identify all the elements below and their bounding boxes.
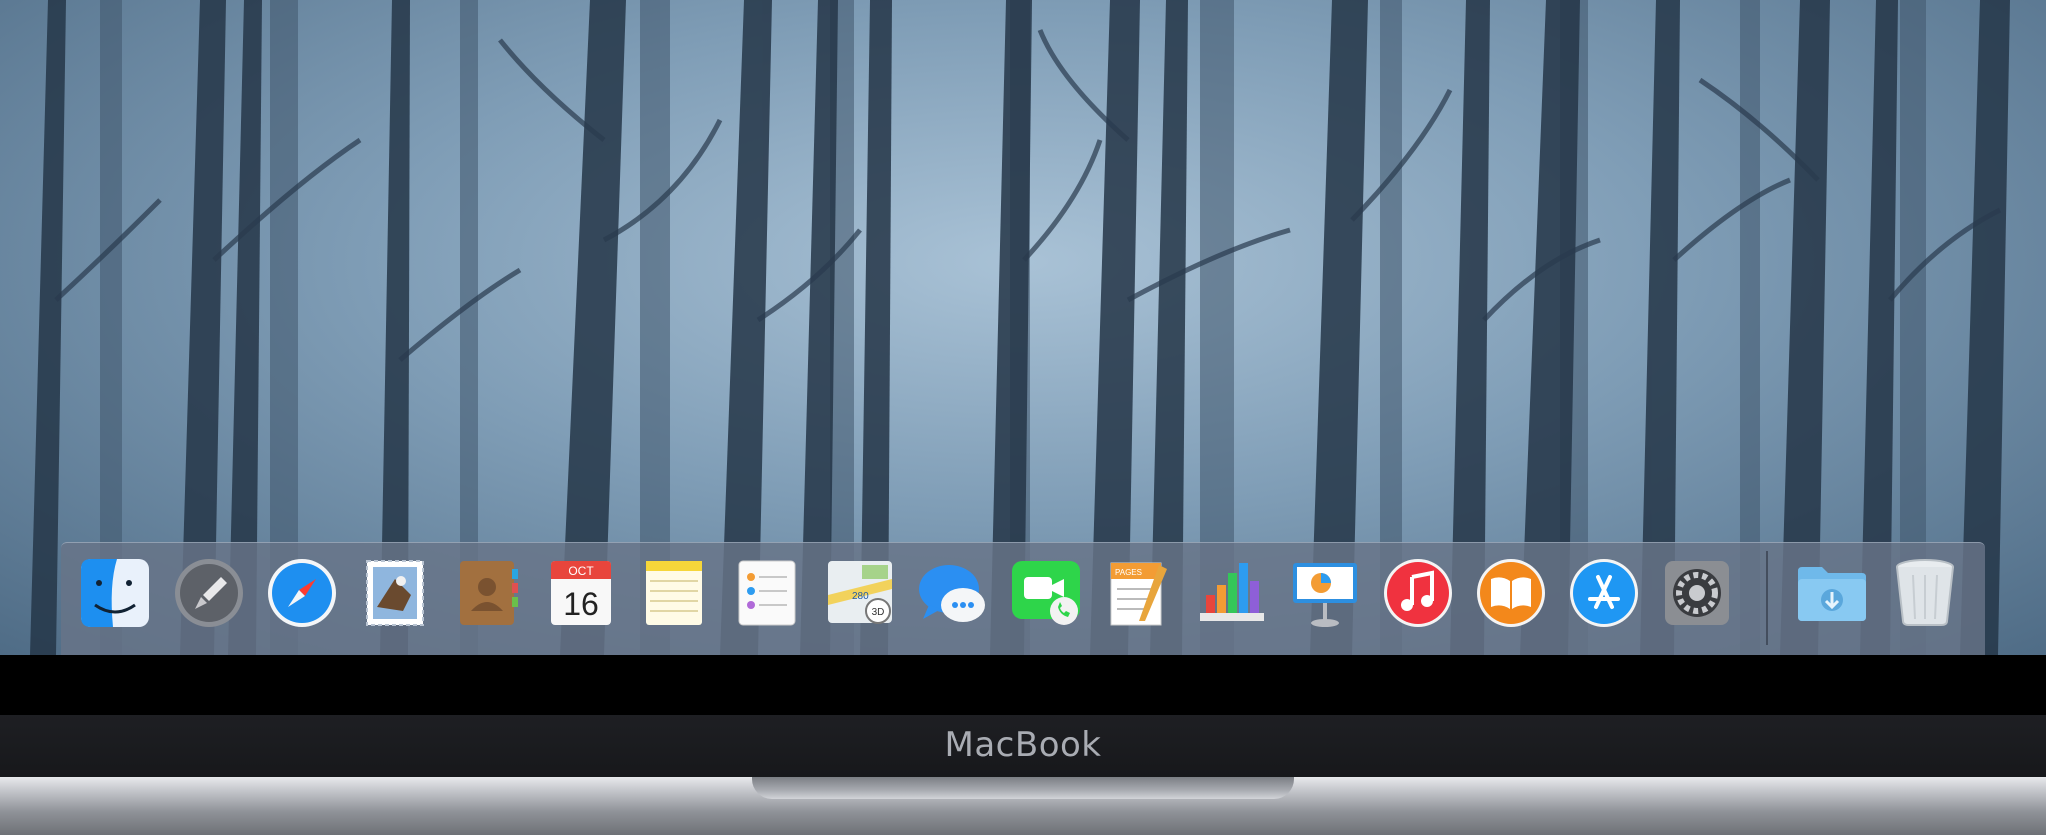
facetime-icon — [1012, 561, 1080, 625]
dock-item-app-store[interactable] — [1566, 555, 1642, 635]
dock-item-safari[interactable] — [264, 555, 340, 635]
app-store-icon — [1570, 559, 1638, 627]
maps-3d-badge: 3D — [872, 607, 885, 618]
dock: OCT 16 280 3D PAGES — [61, 542, 1985, 661]
dock-item-facetime[interactable] — [1008, 555, 1084, 635]
dock-item-reminders[interactable] — [729, 555, 805, 635]
mail-icon — [366, 560, 424, 626]
dock-item-notes[interactable] — [636, 555, 712, 635]
pages-label: PAGES — [1115, 568, 1142, 577]
laptop-hinge-notch — [752, 777, 1294, 799]
dock-item-trash[interactable] — [1887, 555, 1963, 635]
dock-item-mail[interactable] — [357, 555, 433, 635]
dock-item-launchpad[interactable] — [171, 555, 247, 635]
maps-icon: 280 3D — [828, 561, 892, 624]
ibooks-icon — [1477, 559, 1545, 627]
system-preferences-icon — [1665, 561, 1729, 625]
screen-bottom-border — [0, 655, 2046, 715]
trash-icon — [1896, 559, 1954, 626]
calendar-day: 16 — [563, 586, 599, 622]
safari-icon — [268, 559, 336, 627]
dock-item-keynote[interactable] — [1287, 555, 1363, 635]
dock-item-ibooks[interactable] — [1473, 555, 1549, 635]
notes-icon — [646, 561, 702, 625]
dock-separator — [1766, 551, 1768, 645]
itunes-icon — [1384, 559, 1452, 627]
dock-item-maps[interactable]: 280 3D — [822, 555, 898, 635]
keynote-icon — [1293, 563, 1357, 627]
dock-item-pages[interactable]: PAGES — [1101, 555, 1177, 635]
downloads-folder-icon — [1798, 567, 1866, 621]
dock-item-contacts[interactable] — [450, 555, 526, 635]
laptop-bezel: MacBook — [0, 715, 2046, 777]
macbook-label: MacBook — [944, 725, 1102, 765]
pages-icon: PAGES — [1110, 562, 1167, 626]
calendar-icon: OCT 16 — [551, 561, 611, 625]
reminders-icon — [738, 560, 796, 626]
numbers-icon — [1200, 563, 1264, 621]
maps-route-number: 280 — [852, 591, 869, 602]
dock-item-numbers[interactable] — [1194, 555, 1270, 635]
launchpad-icon — [175, 559, 243, 627]
dock-item-finder[interactable] — [77, 555, 153, 661]
calendar-month: OCT — [568, 564, 594, 578]
contacts-icon — [460, 561, 518, 625]
dock-item-itunes[interactable] — [1380, 555, 1456, 635]
dock-item-calendar[interactable]: OCT 16 — [543, 555, 619, 635]
finder-icon — [81, 559, 149, 627]
dock-item-messages[interactable] — [915, 555, 991, 635]
dock-item-system-preferences[interactable] — [1659, 555, 1735, 635]
dock-item-downloads[interactable] — [1794, 555, 1870, 635]
messages-icon — [919, 565, 985, 622]
